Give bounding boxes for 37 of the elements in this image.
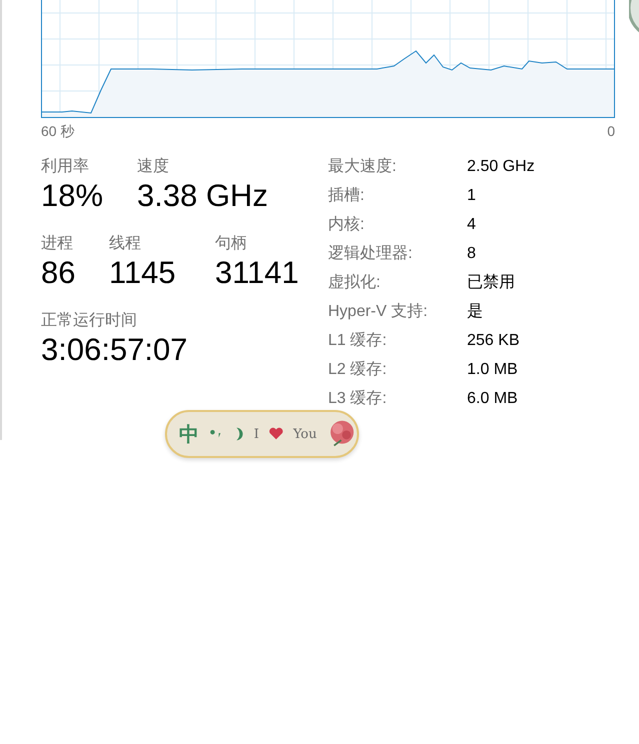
detail-label: 插槽: bbox=[328, 186, 366, 206]
stat-value: 1145 bbox=[109, 254, 177, 292]
stat-label: 正常运行时间 bbox=[41, 311, 138, 331]
detail-value: 1 bbox=[467, 186, 477, 206]
detail-label: Hyper-V 支持: bbox=[328, 302, 429, 322]
detail-value: 4 bbox=[467, 215, 477, 235]
time-span-label: 60 秒 bbox=[41, 123, 74, 141]
skin-text: You bbox=[293, 426, 317, 442]
time-end-label: 0 bbox=[607, 123, 615, 141]
input-mode-label[interactable]: 中 bbox=[179, 420, 199, 448]
detail-value: 256 KB bbox=[467, 331, 520, 351]
detail-label: 虚拟化: bbox=[328, 273, 382, 293]
detail-label: L3 缓存: bbox=[328, 389, 388, 409]
stat-value: 3.38 GHz bbox=[137, 177, 269, 215]
stat-label: 句柄 bbox=[215, 234, 248, 254]
stat-label: 利用率 bbox=[41, 157, 90, 177]
detail-value: 已禁用 bbox=[467, 273, 516, 293]
detail-label: 最大速度: bbox=[328, 157, 398, 177]
detail-value: 8 bbox=[467, 244, 477, 264]
stat-value: 31141 bbox=[215, 254, 300, 292]
stat-value: 86 bbox=[41, 254, 76, 292]
detail-label: 内核: bbox=[328, 215, 366, 235]
stat-label: 线程 bbox=[109, 234, 142, 254]
stat-value: 18% bbox=[41, 177, 104, 215]
detail-label: 逻辑处理器: bbox=[328, 244, 414, 264]
detail-label: L1 缓存: bbox=[328, 331, 388, 351]
skin-text: I bbox=[254, 426, 259, 442]
heart-icon bbox=[268, 427, 284, 441]
detail-value: 2.50 GHz bbox=[467, 157, 535, 177]
stat-label: 进程 bbox=[41, 234, 74, 254]
stat-label: 速度 bbox=[137, 157, 170, 177]
detail-value: 是 bbox=[467, 302, 484, 322]
stat-value: 3:06:57:07 bbox=[41, 331, 189, 369]
detail-value: 1.0 MB bbox=[467, 360, 519, 380]
detail-value: 6.0 MB bbox=[467, 389, 519, 409]
detail-label: L2 缓存: bbox=[328, 360, 388, 380]
ime-toolbar[interactable]: 中 I You bbox=[165, 410, 359, 458]
